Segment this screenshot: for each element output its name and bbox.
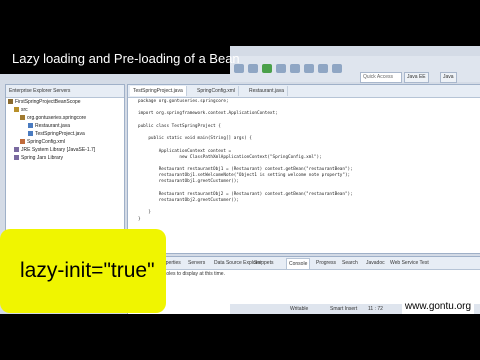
- bottom-tab[interactable]: Console: [286, 258, 311, 269]
- tree-item-label: FirstSpringProjectBeanScope: [15, 99, 81, 105]
- quick-access-input[interactable]: Quick Access: [360, 72, 402, 83]
- back-icon[interactable]: [318, 64, 328, 73]
- tree-item-label: org.gontuseries.springcore: [27, 115, 87, 121]
- bottom-tab[interactable]: Servers: [186, 258, 207, 268]
- tree-item-label: SpringConfig.xml: [27, 139, 66, 145]
- code-line: }: [138, 216, 141, 222]
- editor-tabs: TestSpringProject.java SpringConfig.xml …: [128, 85, 480, 98]
- bottom-tab[interactable]: Javadoc: [364, 258, 387, 268]
- perspective-java[interactable]: Java: [440, 72, 457, 83]
- tree-node-icon: [28, 131, 33, 137]
- video-frame: Quick Access Java EE Java Enterprise Exp…: [0, 0, 480, 360]
- tree-item[interactable]: src: [6, 106, 124, 114]
- tree-item[interactable]: JRE System Library [JavaSE-1.7]: [6, 146, 124, 154]
- perspective-java-ee[interactable]: Java EE: [404, 72, 429, 83]
- tree-item[interactable]: Restaurant.java: [6, 122, 124, 130]
- tree-item[interactable]: Spring Jars Library: [6, 154, 124, 162]
- project-tree: FirstSpringProjectBeanScope src org.gontus…: [6, 98, 124, 162]
- tree-node-icon: [20, 139, 25, 145]
- video-title-banner: Lazy loading and Pre-loading of a Bean: [0, 44, 240, 74]
- tree-node-icon: [20, 115, 25, 121]
- tree-item-label: Restaurant.java: [35, 123, 71, 129]
- forward-icon[interactable]: [332, 64, 342, 73]
- tree-item-label: TestSpringProject.java: [35, 131, 85, 137]
- tree-node-icon: [14, 107, 19, 113]
- tree-node-icon: [14, 155, 19, 161]
- tab-restaurant[interactable]: Restaurant.java: [246, 86, 289, 96]
- watermark-url: www.gontu.org: [402, 300, 474, 314]
- explorer-tabs[interactable]: Enterprise Explorer Servers: [6, 85, 124, 98]
- tab-testspringproject[interactable]: TestSpringProject.java: [130, 86, 187, 96]
- tab-springconfig[interactable]: SpringConfig.xml: [194, 86, 240, 96]
- status-writable: Writable: [290, 306, 309, 312]
- code-editor[interactable]: TestSpringProject.java SpringConfig.xml …: [127, 84, 480, 254]
- tree-item[interactable]: FirstSpringProjectBeanScope: [6, 98, 124, 106]
- tree-node-icon: [8, 99, 13, 105]
- new-class-icon[interactable]: [276, 64, 286, 73]
- callout-text: lazy-init="true": [20, 259, 155, 282]
- bottom-tab[interactable]: Progress: [314, 258, 338, 268]
- bottom-tab[interactable]: Search: [340, 258, 360, 268]
- tree-item-label: Spring Jars Library: [21, 155, 63, 161]
- tree-node-icon: [28, 123, 33, 129]
- run-icon[interactable]: [262, 64, 272, 73]
- tree-item-label: JRE System Library [JavaSE-1.7]: [21, 147, 96, 153]
- bottom-tabs: MarkersPropertiesServersData Source Expl…: [128, 257, 480, 270]
- status-insert-mode: Smart Insert: [330, 306, 358, 312]
- debug-icon[interactable]: [248, 64, 258, 73]
- tree-item[interactable]: org.gontuseries.springcore: [6, 114, 124, 122]
- tree-node-icon: [14, 147, 19, 153]
- tree-item-label: src: [21, 107, 28, 113]
- status-cursor-position: 11 : 72: [368, 306, 383, 312]
- search-icon[interactable]: [290, 64, 300, 73]
- bottom-tab[interactable]: Snippets: [252, 258, 275, 268]
- source-code[interactable]: package org.gontuseries.springcore; impor…: [138, 99, 480, 223]
- tree-item[interactable]: TestSpringProject.java: [6, 130, 124, 138]
- open-type-icon[interactable]: [304, 64, 314, 73]
- tree-item[interactable]: SpringConfig.xml: [6, 138, 124, 146]
- bottom-tab[interactable]: Web Service Test: [388, 258, 431, 268]
- lazy-init-callout: lazy-init="true": [0, 229, 166, 313]
